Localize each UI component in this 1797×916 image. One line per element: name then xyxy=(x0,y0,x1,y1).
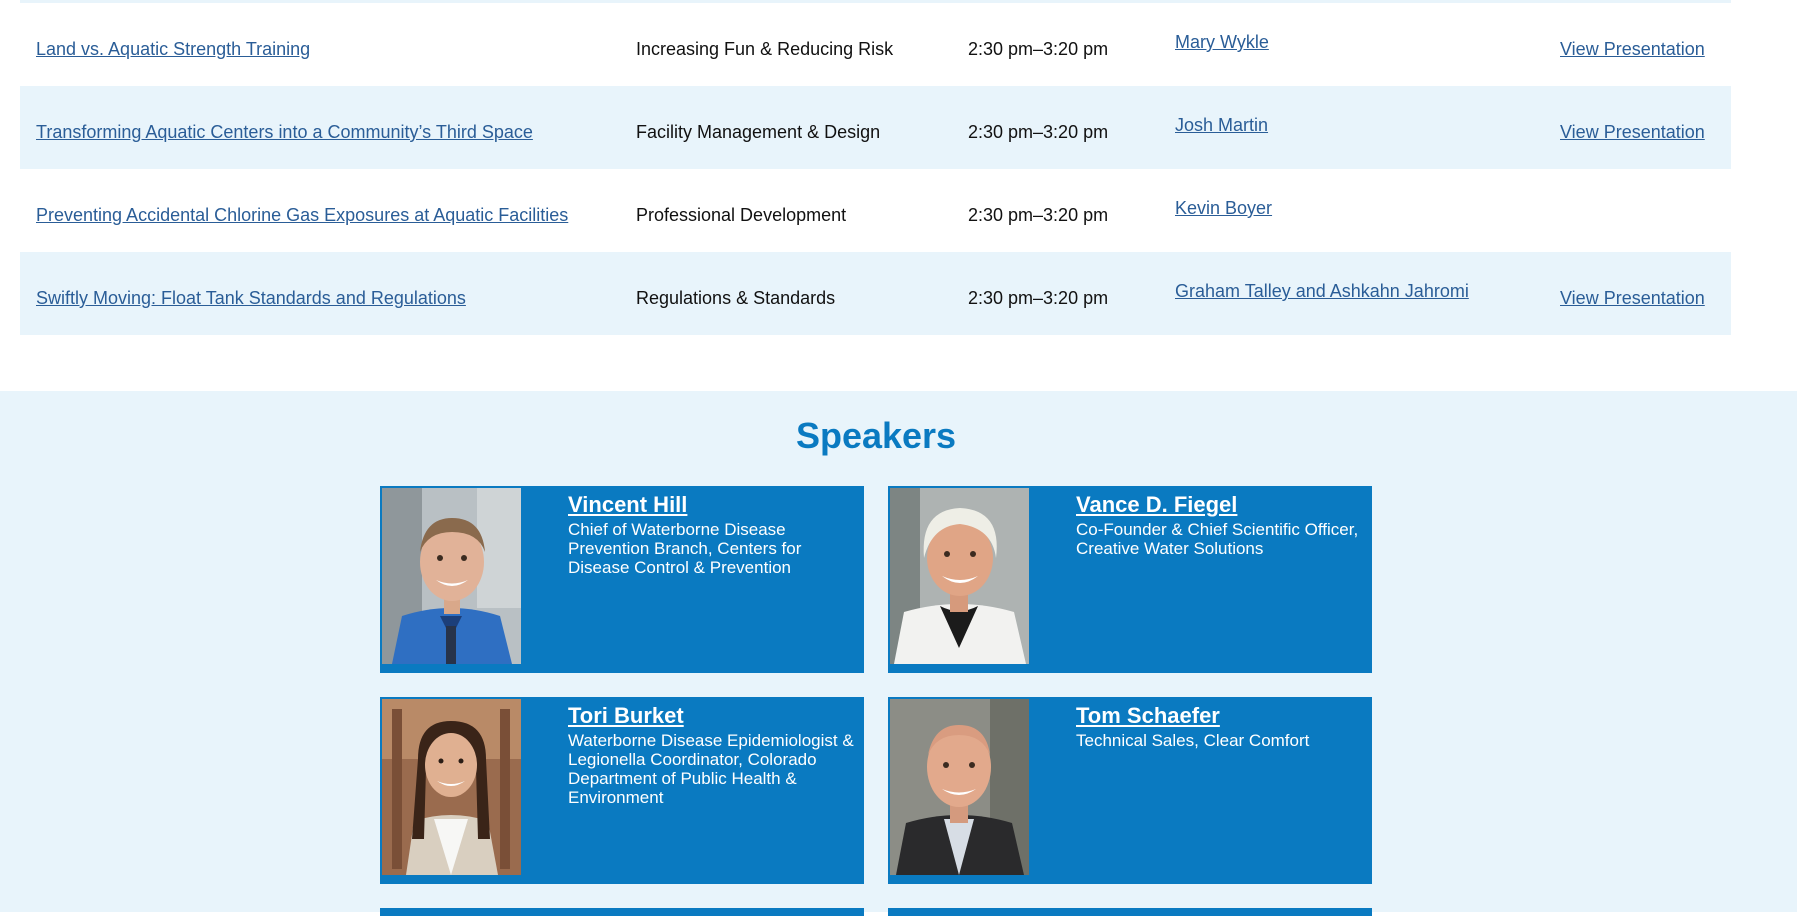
speaker-photo[interactable] xyxy=(382,488,521,664)
table-row: Preventing Accidental Chlorine Gas Expos… xyxy=(20,169,1731,252)
session-time: 2:30 pm–3:20 pm xyxy=(968,205,1109,225)
session-title-link[interactable]: Transforming Aquatic Centers into a Comm… xyxy=(36,122,533,143)
speaker-title: Technical Sales, Clear Comfort xyxy=(1076,731,1310,750)
view-presentation-link[interactable]: View Presentation xyxy=(1560,288,1705,309)
view-presentation-link[interactable]: View Presentation xyxy=(1560,122,1705,143)
speakers-heading: Speakers xyxy=(795,415,957,456)
speaker-photo[interactable] xyxy=(382,699,521,875)
session-title-link[interactable]: Swiftly Moving: Float Tank Standards and… xyxy=(36,288,466,309)
session-speaker-link[interactable]: Graham Talley and Ashkahn Jahromi xyxy=(1175,281,1469,302)
session-track: Increasing Fun & Reducing Risk xyxy=(636,39,894,59)
speakers-section: Speakers Vincent Hill Chief of Waterborn… xyxy=(0,391,1797,916)
session-speaker-link[interactable]: Mary Wykle xyxy=(1175,32,1269,53)
speaker-card[interactable]: Tom Schaefer Technical Sales, Clear Comf… xyxy=(888,697,1372,884)
speaker-photo[interactable] xyxy=(890,699,1029,875)
session-track: Professional Development xyxy=(636,205,847,225)
session-track: Regulations & Standards xyxy=(636,288,836,308)
table-row: Transforming Aquatic Centers into a Comm… xyxy=(20,86,1731,169)
speaker-title: Chief of Waterborne Disease Prevention B… xyxy=(568,520,802,577)
speaker-title: Co-Founder & Chief Scientific Officer, C… xyxy=(1076,520,1359,558)
view-presentation-link[interactable]: View Presentation xyxy=(1560,39,1705,60)
session-title-link[interactable]: Preventing Accidental Chlorine Gas Expos… xyxy=(36,205,568,226)
sessions-table: Land vs. Aquatic Strength Training Incre… xyxy=(20,3,1731,335)
speaker-title: Waterborne Disease Epidemiologist & Legi… xyxy=(568,731,854,807)
session-time: 2:30 pm–3:20 pm xyxy=(968,122,1109,142)
session-time: 2:30 pm–3:20 pm xyxy=(968,39,1109,59)
session-time: 2:30 pm–3:20 pm xyxy=(968,288,1109,308)
speaker-card-next-row[interactable] xyxy=(888,908,1372,916)
speaker-name-link[interactable]: Tom Schaefer xyxy=(1076,703,1220,729)
speaker-photo[interactable] xyxy=(890,488,1029,664)
speaker-name-link[interactable]: Vance D. Fiegel xyxy=(1076,492,1237,518)
speaker-card[interactable]: Vincent Hill Chief of Waterborne Disease… xyxy=(380,486,864,673)
speaker-card[interactable]: Tori Burket Waterborne Disease Epidemiol… xyxy=(380,697,864,884)
session-title-link[interactable]: Land vs. Aquatic Strength Training xyxy=(36,39,310,60)
table-row: Swiftly Moving: Float Tank Standards and… xyxy=(20,252,1731,335)
speaker-card-next-row[interactable] xyxy=(380,908,864,916)
table-row: Land vs. Aquatic Strength Training Incre… xyxy=(20,3,1731,86)
speaker-name-link[interactable]: Tori Burket xyxy=(568,703,684,729)
speaker-card[interactable]: Vance D. Fiegel Co-Founder & Chief Scien… xyxy=(888,486,1372,673)
session-track: Facility Management & Design xyxy=(636,122,881,142)
session-speaker-link[interactable]: Josh Martin xyxy=(1175,115,1268,136)
speaker-name-link[interactable]: Vincent Hill xyxy=(568,492,687,518)
session-speaker-link[interactable]: Kevin Boyer xyxy=(1175,198,1272,219)
